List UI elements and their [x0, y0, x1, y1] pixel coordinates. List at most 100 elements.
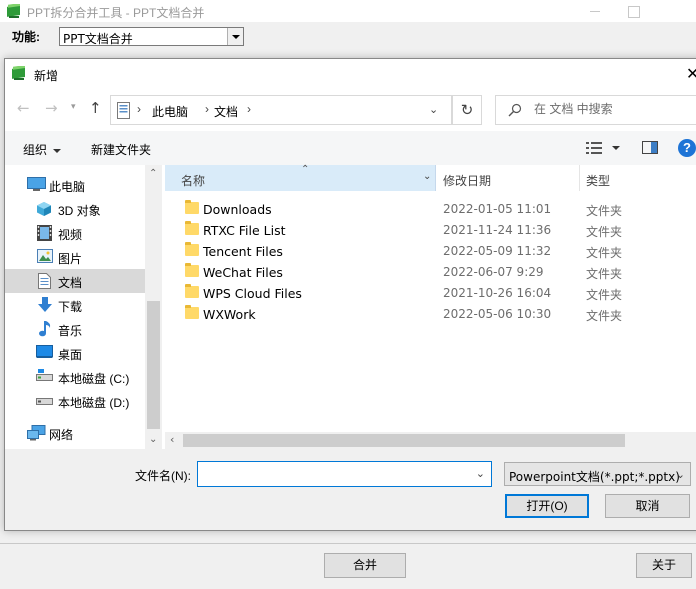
file-name: Downloads: [203, 202, 272, 217]
file-type-select[interactable]: Powerpoint文档(*.ppt;*.pptx) ⌄: [504, 462, 691, 486]
file-type: 文件夹: [586, 267, 623, 281]
file-list: ⌃ 名称 ⌄ 修改日期 类型 Downloads 2022-01-05 11:0…: [165, 164, 696, 449]
close-icon[interactable]: ✕: [686, 64, 696, 83]
chevron-down-icon[interactable]: ⌄: [476, 467, 485, 480]
help-icon[interactable]: ?: [678, 139, 696, 157]
column-header-label: 名称: [181, 174, 206, 188]
chevron-right-icon[interactable]: ›: [137, 102, 141, 116]
navigation-pane: 此电脑 3D 对象 视频 图片 文档 下载 音乐 桌面 本地磁盘 (C:) 本地…: [5, 165, 165, 449]
sidebar-item-label: 本地磁盘 (D:): [58, 396, 130, 410]
pc-icon: [117, 102, 130, 122]
app-title-bar: PPT拆分合并工具 - PPT文档合并: [0, 0, 696, 22]
folder-icon: [185, 305, 199, 319]
chevron-right-icon[interactable]: ›: [205, 102, 209, 116]
sidebar-item-drive-c[interactable]: 本地磁盘 (C:): [5, 365, 145, 389]
file-name: WeChat Files: [203, 265, 283, 280]
view-dropdown-icon[interactable]: [612, 146, 620, 150]
maximize-button[interactable]: [619, 2, 649, 20]
function-select[interactable]: PPT文档合并: [59, 27, 244, 46]
breadcrumb-this-pc[interactable]: 此电脑: [152, 103, 188, 120]
chevron-down-icon[interactable]: ⌄: [149, 434, 157, 445]
drive-icon: [36, 369, 53, 384]
folder-icon: [185, 242, 199, 256]
horizontal-scrollbar[interactable]: ‹: [165, 432, 696, 449]
app-title: PPT拆分合并工具 - PPT文档合并: [27, 6, 205, 20]
file-name: WXWork: [203, 307, 256, 322]
back-arrow-icon[interactable]: ←: [17, 99, 30, 117]
file-type: 文件夹: [586, 225, 623, 239]
column-header-date[interactable]: 修改日期: [437, 165, 580, 191]
divider: [0, 543, 696, 544]
file-type: 文件夹: [586, 204, 623, 218]
column-header-type[interactable]: 类型: [580, 165, 696, 191]
sidebar-item-label: 网络: [49, 428, 74, 442]
table-row[interactable]: RTXC File List 2021-11-24 11:36 文件夹: [165, 219, 696, 240]
chevron-down-icon[interactable]: ⌄: [429, 103, 438, 116]
cancel-button[interactable]: 取消: [605, 494, 690, 518]
up-arrow-icon[interactable]: ↑: [89, 99, 102, 117]
organize-menu-button[interactable]: 组织: [23, 141, 62, 158]
file-type-value: Powerpoint文档(*.ppt;*.pptx): [509, 470, 680, 484]
chevron-up-icon[interactable]: ⌃: [149, 168, 157, 179]
open-button[interactable]: 打开(O): [505, 494, 589, 518]
file-date: 2022-06-07 9:29: [443, 265, 544, 279]
file-date: 2022-05-06 10:30: [443, 307, 552, 321]
table-row[interactable]: WPS Cloud Files 2021-10-26 16:04 文件夹: [165, 282, 696, 303]
column-header-name[interactable]: ⌃ 名称 ⌄: [165, 164, 436, 191]
merge-button[interactable]: 合并: [324, 553, 406, 578]
folder-icon: [185, 200, 199, 214]
scrollbar-thumb[interactable]: [183, 434, 625, 447]
file-date: 2021-11-24 11:36: [443, 223, 552, 237]
chevron-down-icon[interactable]: ⌄: [676, 468, 685, 481]
sidebar-item-documents[interactable]: 文档: [5, 269, 145, 293]
table-row[interactable]: WXWork 2022-05-06 10:30 文件夹: [165, 303, 696, 324]
search-box[interactable]: [495, 95, 696, 125]
search-input[interactable]: [534, 102, 694, 116]
sidebar-item-pictures[interactable]: 图片: [5, 245, 145, 269]
about-button[interactable]: 关于: [636, 553, 692, 578]
chevron-right-icon[interactable]: ›: [247, 102, 251, 116]
address-bar[interactable]: › 此电脑 › 文档 › ⌄: [110, 95, 452, 125]
preview-pane-icon[interactable]: [642, 141, 658, 154]
sidebar-scrollbar[interactable]: ⌃ ⌄: [145, 165, 162, 449]
chevron-left-icon[interactable]: ‹: [170, 433, 174, 446]
file-date: 2022-05-09 11:32: [443, 244, 552, 258]
forward-arrow-icon[interactable]: →: [45, 99, 58, 117]
table-row[interactable]: WeChat Files 2022-06-07 9:29 文件夹: [165, 261, 696, 282]
view-options-icon[interactable]: [586, 141, 602, 158]
sidebar-item-music[interactable]: 音乐: [5, 317, 145, 341]
organize-label: 组织: [23, 143, 48, 157]
download-icon: [37, 297, 53, 316]
table-row[interactable]: Tencent Files 2022-05-09 11:32 文件夹: [165, 240, 696, 261]
sidebar-item-desktop[interactable]: 桌面: [5, 341, 145, 365]
table-row[interactable]: Downloads 2022-01-05 11:01 文件夹: [165, 198, 696, 219]
refresh-icon: ↻: [460, 101, 474, 119]
recent-locations-chevron-icon[interactable]: ▾: [71, 102, 76, 112]
breadcrumb-documents[interactable]: 文档: [214, 103, 238, 120]
function-select-value: PPT文档合并: [63, 32, 133, 46]
sidebar-item-label: 桌面: [58, 348, 83, 362]
sidebar-item-drive-d[interactable]: 本地磁盘 (D:): [5, 389, 145, 413]
chevron-down-icon[interactable]: [227, 28, 243, 45]
filename-input[interactable]: ⌄: [197, 461, 492, 487]
sidebar-item-3d-objects[interactable]: 3D 对象: [5, 197, 145, 221]
music-icon: [38, 321, 52, 340]
file-name: RTXC File List: [203, 223, 286, 238]
sidebar-item-videos[interactable]: 视频: [5, 221, 145, 245]
documents-icon: [38, 273, 51, 292]
file-type: 文件夹: [586, 246, 623, 260]
sidebar-item-this-pc[interactable]: 此电脑: [5, 173, 145, 197]
file-date: 2022-01-05 11:01: [443, 202, 552, 216]
sidebar-item-downloads[interactable]: 下载: [5, 293, 145, 317]
command-toolbar: 组织 新建文件夹 ?: [5, 131, 696, 165]
new-folder-button[interactable]: 新建文件夹: [91, 141, 151, 158]
scrollbar-thumb[interactable]: [147, 301, 160, 429]
file-name: Tencent Files: [203, 244, 283, 259]
refresh-button[interactable]: ↻: [452, 95, 482, 125]
sidebar-item-label: 视频: [58, 228, 83, 242]
chevron-down-icon[interactable]: ⌄: [423, 171, 431, 182]
folder-icon: [185, 284, 199, 298]
sidebar-item-network[interactable]: 网络: [5, 421, 145, 445]
file-type: 文件夹: [586, 309, 623, 323]
minimize-button[interactable]: [581, 2, 611, 20]
